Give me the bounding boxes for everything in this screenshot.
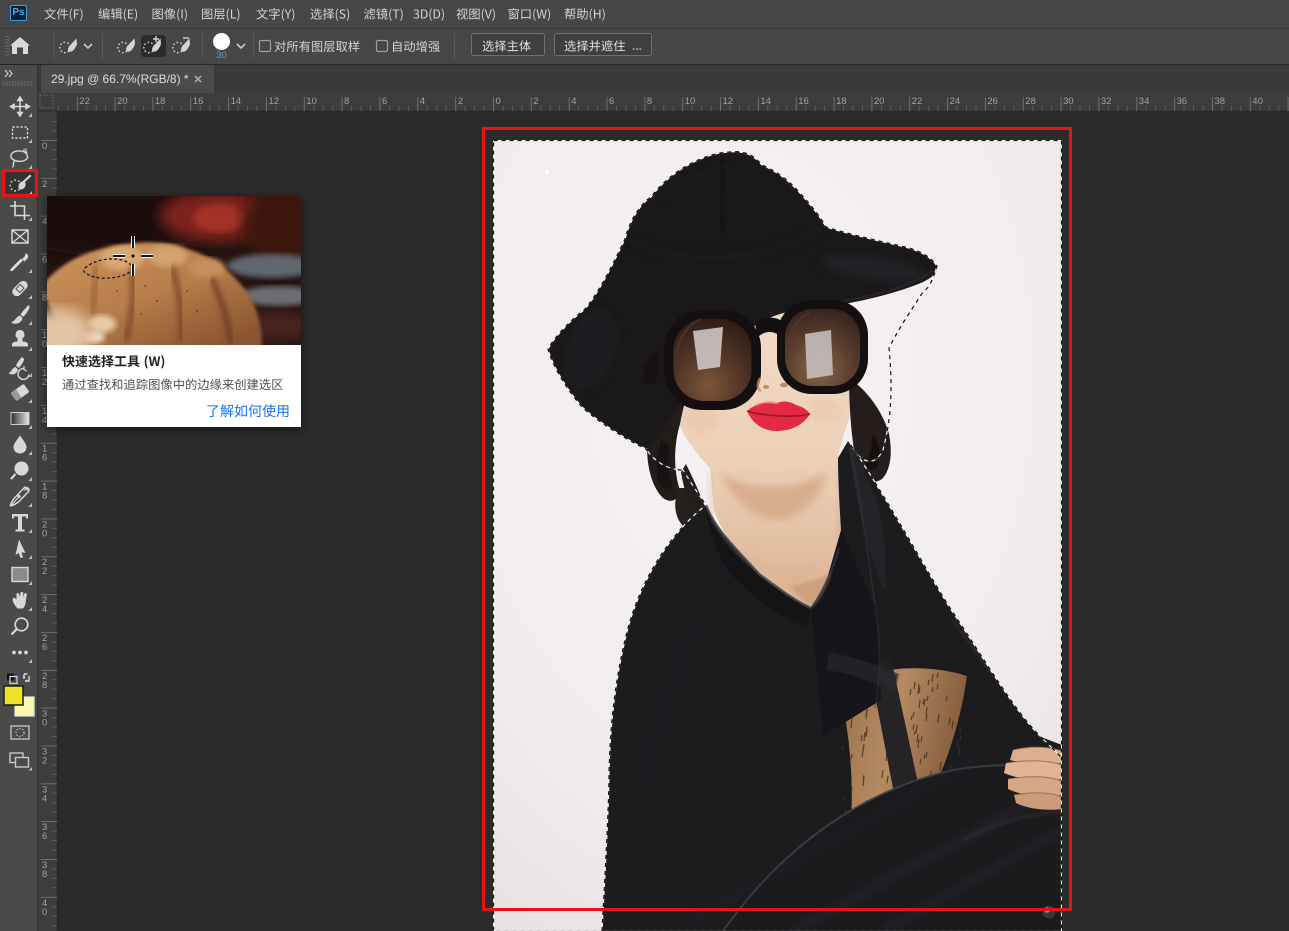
- svg-text:0: 0: [42, 907, 47, 918]
- svg-text:10: 10: [685, 96, 696, 107]
- svg-text:8: 8: [42, 491, 47, 502]
- svg-text:16: 16: [798, 96, 809, 107]
- svg-text:6: 6: [42, 642, 47, 653]
- svg-text:8: 8: [42, 869, 47, 880]
- svg-text:18: 18: [836, 96, 847, 107]
- svg-text:4: 4: [420, 96, 425, 107]
- svg-text:6: 6: [382, 96, 387, 107]
- svg-text:4: 4: [571, 96, 576, 107]
- svg-text:20: 20: [117, 96, 128, 107]
- svg-text:2: 2: [533, 96, 538, 107]
- svg-text:18: 18: [155, 96, 166, 107]
- svg-text:10: 10: [306, 96, 317, 107]
- svg-text:36: 36: [1177, 96, 1188, 107]
- svg-text:4: 4: [42, 604, 47, 615]
- svg-text:6: 6: [609, 96, 614, 107]
- svg-text:28: 28: [1025, 96, 1036, 107]
- svg-text:20: 20: [874, 96, 885, 107]
- svg-text:30: 30: [1063, 96, 1074, 107]
- svg-text:12: 12: [723, 96, 734, 107]
- svg-text:40: 40: [1252, 96, 1263, 107]
- svg-text:6: 6: [42, 453, 47, 464]
- svg-text:34: 34: [1139, 96, 1150, 107]
- svg-text:4: 4: [42, 793, 47, 804]
- svg-text:32: 32: [1101, 96, 1112, 107]
- svg-text:24: 24: [950, 96, 961, 107]
- svg-text:2: 2: [42, 755, 47, 766]
- svg-text:2: 2: [42, 179, 47, 190]
- svg-text:14: 14: [760, 96, 771, 107]
- svg-text:38: 38: [1215, 96, 1226, 107]
- svg-text:2: 2: [42, 566, 47, 577]
- svg-text:14: 14: [231, 96, 242, 107]
- svg-text:2: 2: [458, 96, 463, 107]
- svg-text:0: 0: [496, 96, 501, 107]
- svg-text:0: 0: [42, 528, 47, 539]
- svg-text:22: 22: [79, 96, 90, 107]
- svg-text:0: 0: [42, 718, 47, 729]
- svg-text:6: 6: [42, 831, 47, 842]
- svg-text:26: 26: [987, 96, 998, 107]
- svg-text:22: 22: [912, 96, 923, 107]
- svg-text:16: 16: [193, 96, 204, 107]
- svg-text:8: 8: [42, 680, 47, 691]
- svg-text:12: 12: [269, 96, 280, 107]
- svg-text:8: 8: [647, 96, 652, 107]
- svg-text:8: 8: [344, 96, 349, 107]
- svg-text:0: 0: [42, 141, 47, 152]
